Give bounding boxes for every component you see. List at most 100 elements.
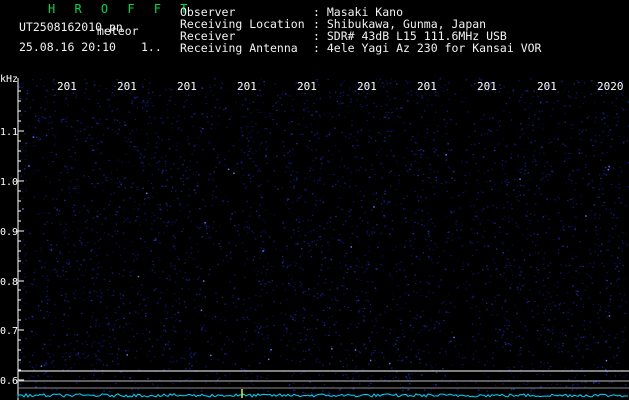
- noise-pixel: [302, 290, 305, 292]
- noise-pixel: [60, 295, 63, 297]
- noise-pixel: [144, 198, 146, 200]
- noise-pixel: [271, 280, 273, 282]
- noise-pixel: [90, 126, 93, 128]
- noise-pixel: [290, 333, 292, 335]
- noise-pixel: [117, 133, 119, 135]
- noise-pixel: [616, 266, 618, 268]
- noise-pixel: [392, 393, 395, 395]
- noise-pixel: [361, 291, 363, 293]
- noise-pixel: [550, 165, 553, 167]
- noise-pixel: [367, 261, 369, 263]
- noise-pixel: [461, 224, 463, 226]
- noise-pixel: [286, 358, 288, 360]
- spectrogram-plot: kHz1.11.00.90.80.70.6201 201 201 201 201 201 2…: [0, 74, 629, 400]
- noise-pixel: [255, 330, 257, 332]
- noise-pixel: [343, 79, 346, 81]
- noise-pixel: [346, 364, 348, 366]
- noise-pixel: [594, 213, 596, 215]
- noise-pixel: [597, 255, 599, 257]
- noise-pixel: [548, 303, 550, 305]
- noise-pixel: [446, 89, 449, 91]
- noise-pixel: [365, 264, 368, 266]
- noise-pixel: [130, 145, 132, 147]
- noise-pixel: [54, 268, 56, 270]
- noise-pixel: [507, 249, 509, 251]
- noise-pixel: [455, 220, 457, 222]
- noise-pixel: [575, 338, 577, 340]
- noise-pixel: [518, 170, 520, 172]
- noise-pixel: [283, 324, 285, 326]
- noise-pixel: [264, 232, 267, 234]
- noise-pixel: [347, 327, 349, 329]
- noise-pixel: [185, 279, 188, 281]
- noise-pixel: [431, 259, 433, 261]
- noise-pixel: [89, 295, 91, 298]
- noise-pixel: [501, 164, 503, 166]
- noise-pixel: [414, 142, 417, 144]
- noise-pixel: [201, 327, 204, 329]
- noise-pixel: [555, 150, 557, 152]
- noise-pixel: [534, 193, 536, 195]
- noise-pixel: [352, 372, 354, 374]
- noise-pixel: [499, 294, 501, 296]
- noise-pixel: [487, 376, 489, 378]
- noise-pixel: [549, 374, 552, 376]
- noise-pixel: [340, 343, 342, 345]
- noise-pixel: [523, 284, 525, 286]
- noise-pixel: [257, 270, 259, 272]
- noise-pixel: [438, 286, 440, 288]
- noise-pixel: [598, 245, 600, 247]
- noise-pixel: [152, 384, 154, 386]
- noise-pixel: [141, 101, 144, 103]
- noise-pixel: [33, 369, 35, 371]
- noise-pixel: [498, 142, 500, 144]
- noise-pixel: [328, 244, 330, 246]
- noise-pixel: [215, 186, 218, 188]
- noise-pixel: [624, 242, 626, 244]
- noise-pixel: [175, 360, 178, 362]
- noise-pixel: [188, 177, 190, 179]
- noise-pixel: [43, 343, 46, 345]
- noise-pixel: [620, 259, 622, 261]
- noise-pixel: [347, 349, 350, 351]
- noise-pixel: [487, 170, 489, 172]
- noise-pixel: [163, 369, 165, 371]
- noise-pixel: [129, 302, 131, 304]
- noise-pixel: [390, 308, 392, 311]
- noise-pixel: [365, 254, 367, 256]
- noise-pixel: [161, 157, 163, 159]
- noise-pixel: [24, 255, 26, 257]
- noise-pixel: [233, 287, 236, 289]
- noise-pixel: [151, 102, 153, 104]
- noise-pixel: [71, 230, 74, 232]
- noise-pixel: [501, 242, 504, 244]
- noise-pixel: [518, 266, 521, 269]
- noise-pixel: [262, 266, 265, 268]
- noise-pixel: [585, 166, 587, 168]
- noise-pixel: [76, 382, 78, 384]
- noise-pixel: [350, 251, 352, 253]
- noise-pixel: [115, 214, 117, 216]
- noise-pixel: [512, 376, 515, 378]
- noise-pixel: [36, 333, 38, 335]
- noise-pixel: [445, 159, 447, 161]
- noise-pixel: [388, 135, 391, 137]
- noise-pixel: [441, 302, 443, 305]
- noise-pixel: [74, 251, 76, 253]
- noise-pixel: [218, 115, 221, 117]
- noise-pixel: [75, 129, 77, 131]
- noise-pixel: [522, 337, 524, 339]
- noise-pixel: [86, 219, 89, 221]
- noise-pixel: [564, 367, 566, 369]
- noise-pixel: [291, 170, 293, 172]
- noise-pixel: [368, 246, 370, 248]
- noise-pixel: [598, 134, 601, 137]
- noise-pixel: [65, 293, 67, 295]
- noise-pixel: [106, 306, 108, 308]
- noise-pixel: [25, 338, 27, 340]
- noise-pixel: [354, 367, 357, 369]
- noise-pixel: [217, 154, 219, 156]
- noise-pixel: [317, 297, 319, 299]
- noise-pixel: [580, 336, 582, 338]
- noise-pixel: [549, 138, 551, 140]
